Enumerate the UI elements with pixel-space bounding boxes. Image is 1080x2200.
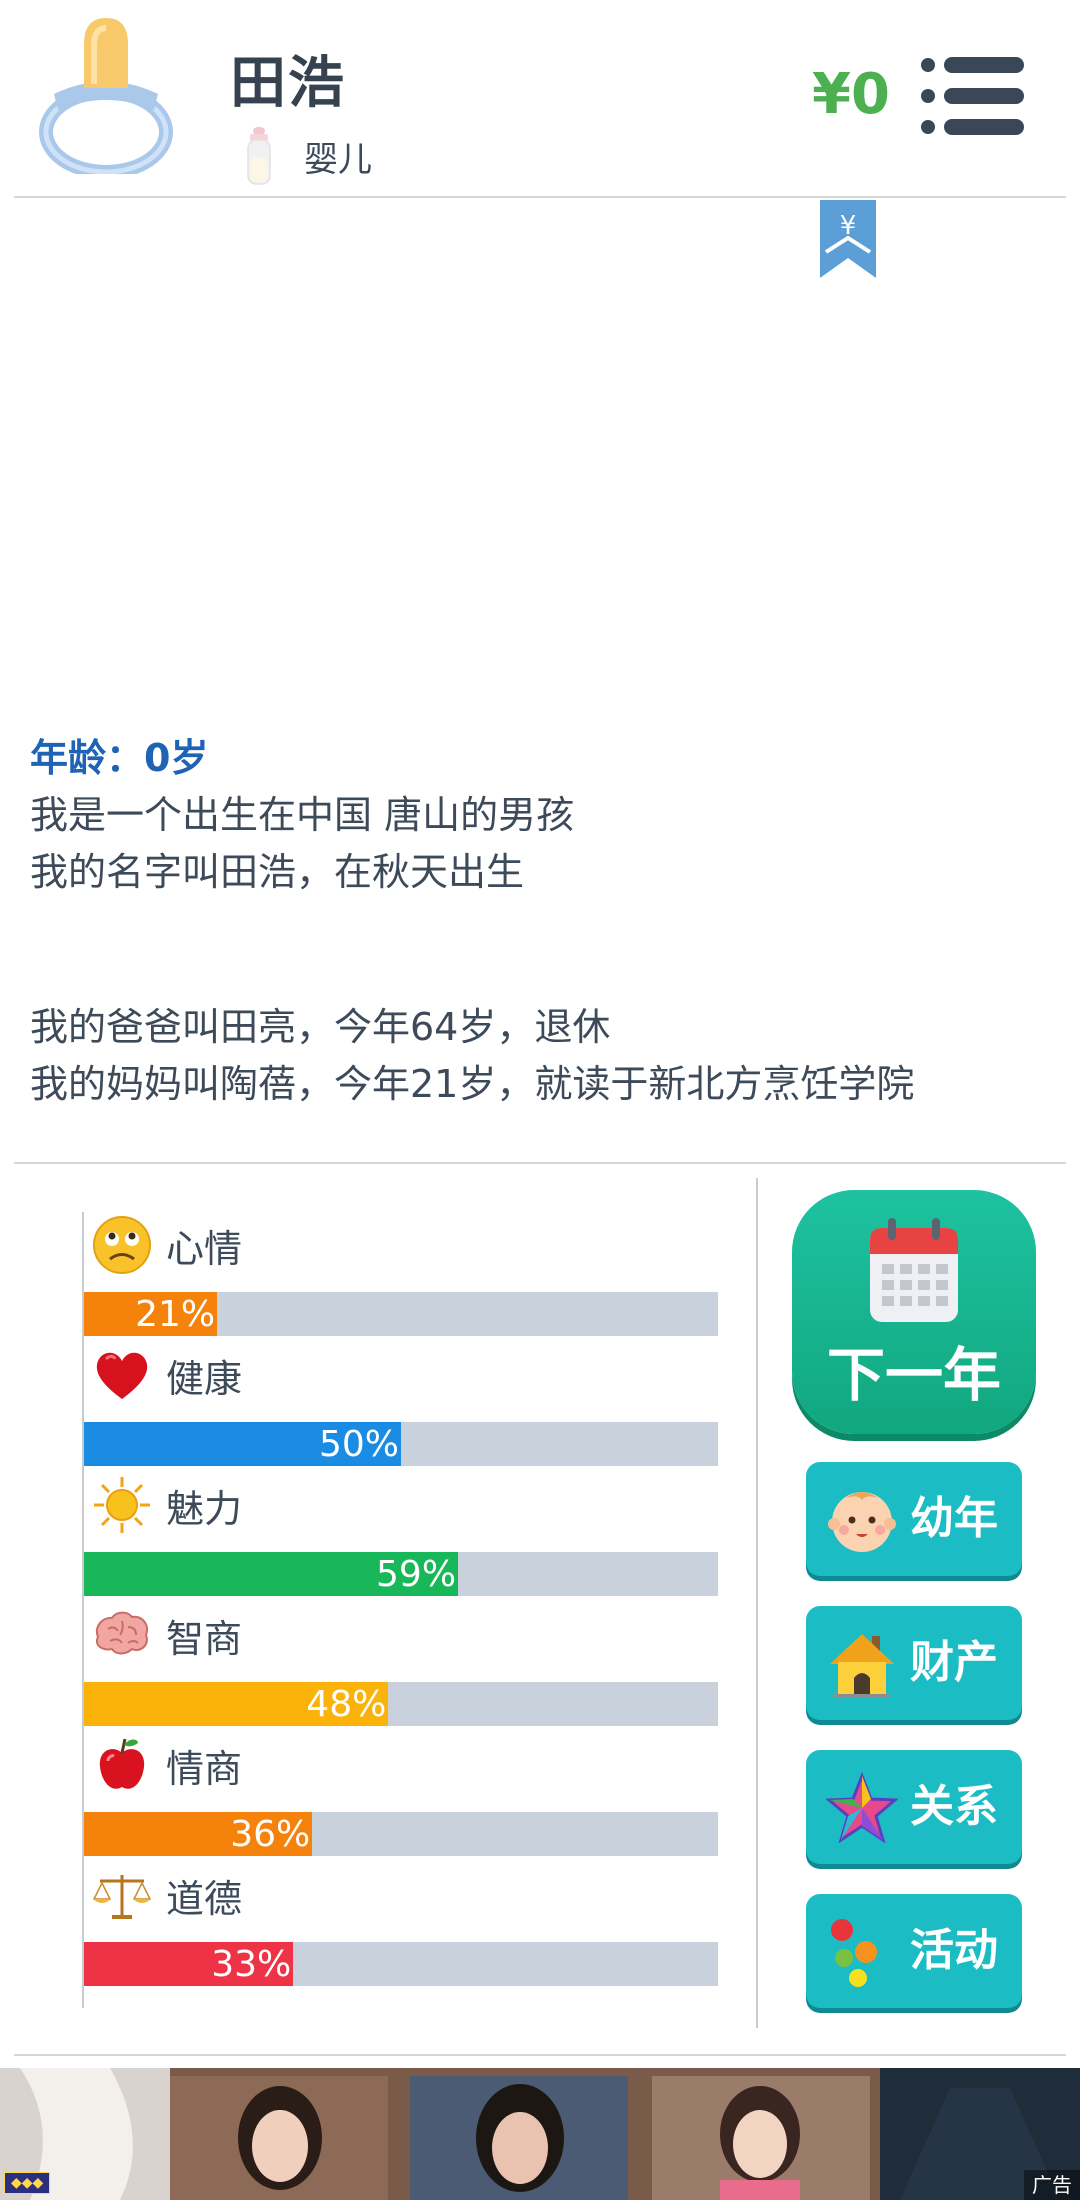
stat-label: 情商 — [166, 1746, 243, 1791]
yen-ribbon-symbol: ¥ — [840, 211, 857, 241]
stat-value: 36% — [230, 1814, 311, 1855]
baby-bottle-icon — [247, 127, 271, 185]
stat-bar: 48% — [84, 1682, 718, 1726]
childhood-label: 幼年 — [910, 1493, 998, 1544]
stat-label: 智商 — [166, 1616, 243, 1661]
house-icon — [830, 1634, 894, 1698]
next-year-label: 下一年 — [826, 1341, 1001, 1409]
stat-bar-fill: 50% — [84, 1422, 401, 1466]
stat-label: 魅力 — [166, 1486, 243, 1531]
stat-bar-fill: 48% — [84, 1682, 389, 1726]
story-line: 我是一个出生在中国 唐山的男孩 — [30, 793, 575, 837]
stat-label: 心情 — [166, 1226, 243, 1271]
stat-bar: 36% — [84, 1812, 718, 1856]
story-log: 年龄：0岁 我是一个出生在中国 唐山的男孩 我的名字叫田浩，在秋天出生 我的爸爸… — [30, 730, 1050, 1113]
activities-button[interactable]: 活动 — [806, 1894, 1022, 2008]
ad-image — [0, 2068, 1080, 2200]
baby-face-icon — [828, 1492, 896, 1552]
age-line: 年龄：0岁 — [30, 736, 209, 780]
story-divider — [14, 1162, 1066, 1164]
scales-icon — [92, 1875, 152, 1919]
activity-dots-icon — [831, 1919, 877, 1987]
ad-tag: 广告 — [1024, 2170, 1080, 2200]
pacifier-icon — [39, 18, 173, 174]
money-display: ¥0 — [812, 62, 890, 127]
player-name: 田浩 — [230, 51, 346, 116]
stat-value: 59% — [376, 1554, 457, 1595]
sun-icon — [94, 1477, 150, 1533]
panel-divider — [756, 1178, 758, 2028]
header: 田浩 婴儿 ¥0 — [0, 0, 1080, 196]
stat-morality: 道德 33% — [84, 1862, 718, 1992]
stat-bar: 50% — [84, 1422, 718, 1466]
next-year-button[interactable]: 下一年 — [792, 1190, 1036, 1434]
footer-divider — [14, 2054, 1066, 2056]
assets-button[interactable]: 财产 — [806, 1606, 1022, 1720]
ad-logo: ◆◆◆ — [4, 2172, 51, 2194]
heart-icon — [96, 1352, 148, 1399]
stat-iq: 智商 48% — [84, 1602, 718, 1732]
stat-mood: 心情 21% — [84, 1212, 718, 1342]
stat-health: 健康 50% — [84, 1342, 718, 1472]
relations-label: 关系 — [910, 1781, 998, 1832]
relations-button[interactable]: 关系 — [806, 1750, 1022, 1864]
assets-label: 财产 — [910, 1637, 998, 1688]
apple-icon — [99, 1738, 145, 1789]
stat-label: 健康 — [166, 1356, 243, 1401]
star-icon — [826, 1772, 898, 1844]
stats-panel: 心情 21% 健康 50% 魅力 59% 智商 48% 情商 36% 道德 33… — [82, 1212, 718, 2008]
stat-bar-fill: 33% — [84, 1942, 294, 1986]
stat-charm: 魅力 59% — [84, 1472, 718, 1602]
stat-label: 道德 — [166, 1876, 243, 1921]
stat-eq: 情商 36% — [84, 1732, 718, 1862]
stat-bar-fill: 36% — [84, 1812, 313, 1856]
stat-value: 48% — [306, 1684, 387, 1725]
stage-label: 婴儿 — [304, 139, 372, 180]
life-stage: 婴儿 — [244, 126, 372, 186]
stat-value: 21% — [135, 1294, 216, 1335]
sad-face-icon — [93, 1216, 151, 1274]
stat-bar: 59% — [84, 1552, 718, 1596]
calendar-icon — [870, 1218, 958, 1322]
story-line: 我的妈妈叫陶蓓，今年21岁，就读于新北方烹饪学院 — [30, 1062, 915, 1106]
story-line: 我的名字叫田浩，在秋天出生 — [30, 850, 525, 894]
brain-icon — [96, 1611, 148, 1655]
yen-ribbon-icon[interactable]: ¥ — [820, 200, 876, 278]
stat-value: 33% — [211, 1944, 292, 1985]
menu-icon[interactable] — [920, 56, 1024, 136]
story-line: 我的爸爸叫田亮，今年64岁，退休 — [30, 1005, 611, 1049]
ad-banner[interactable]: ◆◆◆ 广告 — [0, 2068, 1080, 2200]
stat-bar-fill: 21% — [84, 1292, 218, 1336]
stat-bar: 21% — [84, 1292, 718, 1336]
stat-bar: 33% — [84, 1942, 718, 1986]
childhood-button[interactable]: 幼年 — [806, 1462, 1022, 1576]
activities-label: 活动 — [910, 1925, 998, 1976]
header-divider — [14, 196, 1066, 198]
stat-bar-fill: 59% — [84, 1552, 459, 1596]
stat-value: 50% — [318, 1424, 399, 1465]
